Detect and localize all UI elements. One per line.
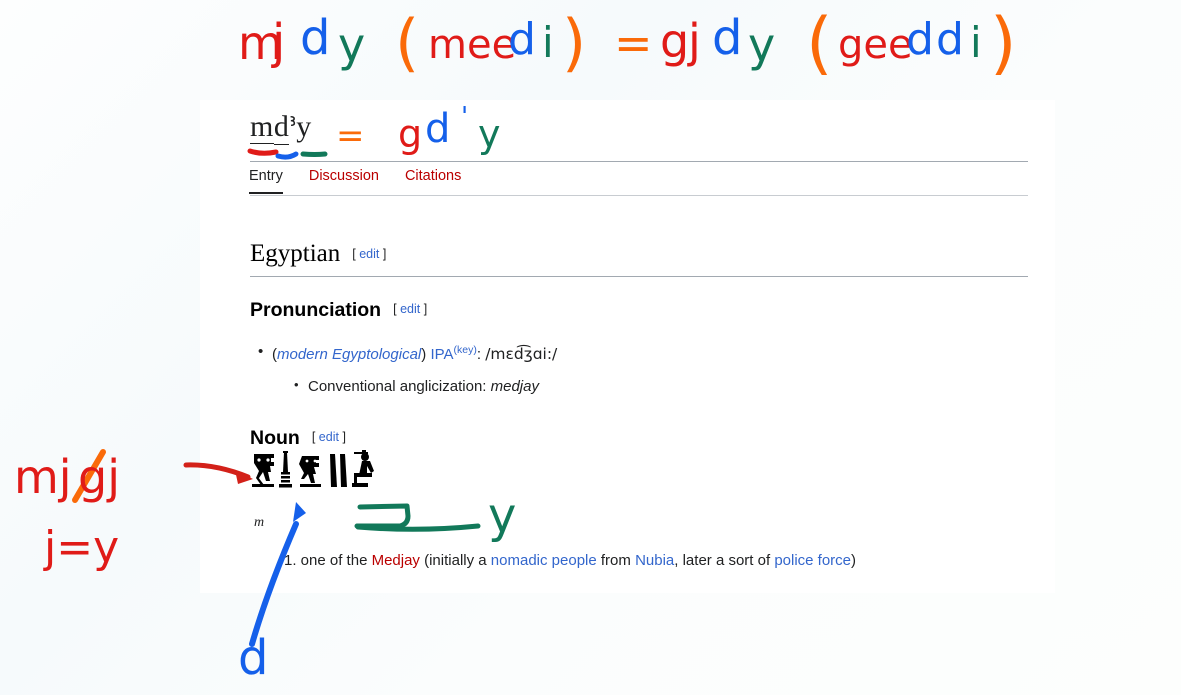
annotation-top-y2: y [748, 18, 776, 72]
egyptian-heading-text: Egyptian [250, 240, 341, 267]
bracket-close: ] [423, 302, 428, 316]
def-text-5: ) [851, 552, 857, 569]
annotation-top-paren-open-2: ( [806, 4, 833, 83]
nomadic-people-link[interactable]: nomadic people [491, 552, 597, 569]
annotation-top-d3: d [712, 10, 743, 66]
register-link[interactable]: modern Egyptological [277, 346, 421, 363]
def-text-1: one of the [296, 552, 372, 569]
annotation-left-mj: mj [14, 450, 72, 504]
police-force-link[interactable]: police force [774, 552, 851, 569]
hieroglyph-svg [252, 450, 374, 488]
annotation-top-m: m [238, 16, 283, 70]
definition-line: 1. one of the Medjay (initially a nomadi… [284, 552, 856, 569]
edit-anchor[interactable]: edit [400, 302, 420, 316]
page-title-m: m [250, 110, 274, 144]
annotation-top-j2: j [688, 14, 701, 68]
section-heading-noun: Noun [ edit ] [250, 427, 346, 450]
egyptian-section-divider [250, 276, 1028, 277]
definition-number: 1. [284, 552, 297, 569]
annotation-top-y1: y [338, 18, 366, 72]
bracket-open: [ [352, 247, 356, 261]
annotation-top-equals: = [614, 16, 653, 70]
ipa-transcription: /mɛd͡ʒɑi:/ [485, 345, 558, 363]
ipa-key-link[interactable]: (key) [454, 344, 477, 356]
annotation-top-d5: d [936, 14, 964, 65]
pronunciation-anglicization-item: Conventional anglicization: medjay [294, 377, 539, 395]
page-title-y: y [296, 110, 312, 143]
edit-anchor[interactable]: edit [319, 430, 339, 444]
section-heading-egyptian: Egyptian [ edit ] [250, 240, 386, 268]
pronunciation-ipa-item: (modern Egyptological) IPA(key): /mɛd͡ʒɑ… [258, 343, 558, 363]
def-text-2: (initially a [419, 552, 491, 569]
ipa-link[interactable]: IPA [430, 346, 453, 363]
annotation-top-paren-close-1: ) [562, 6, 587, 79]
colon-separator: : [476, 346, 486, 363]
annotation-top-i2: i [970, 18, 982, 67]
tabs-divider [250, 195, 1028, 196]
title-divider [250, 161, 1028, 162]
edit-anchor[interactable]: edit [359, 247, 379, 261]
annotation-top-d2: d [508, 14, 536, 65]
def-text-3: from [596, 552, 636, 569]
annotation-top-i1: i [542, 18, 554, 67]
pronunciation-heading-text: Pronunciation [250, 299, 382, 321]
annotation-top-paren-close-2: ) [990, 4, 1017, 83]
tab-discussion[interactable]: Discussion [309, 168, 379, 194]
egyptian-edit-link[interactable]: [ edit ] [352, 247, 386, 261]
pronunciation-edit-link[interactable]: [ edit ] [393, 302, 427, 316]
section-heading-pronunciation: Pronunciation [ edit ] [250, 299, 427, 322]
annotation-top-j1: j [272, 14, 286, 70]
page-tabs: Entry Discussion Citations [249, 168, 461, 194]
wiki-content-panel: mdꜣy Entry Discussion Citations Egyptian… [200, 100, 1055, 593]
annotation-left-gj: gj [78, 450, 120, 504]
tab-citations[interactable]: Citations [405, 168, 461, 194]
annotation-top-d4: d [906, 14, 934, 65]
paren-close: ) [421, 346, 427, 363]
noun-heading-text: Noun [250, 427, 300, 449]
page-title-d: d [273, 110, 290, 145]
hieroglyph-caption: m [254, 515, 265, 530]
anglicization-value: medjay [490, 378, 539, 395]
annotation-glyph-d: d [238, 630, 269, 686]
annotation-top-d1: d [300, 10, 331, 66]
def-text-4: , later a sort of [674, 552, 775, 569]
annotation-top-gee: gee [838, 22, 913, 68]
page-title: mdꜣy [250, 110, 312, 145]
tab-entry[interactable]: Entry [249, 168, 283, 194]
annotation-top-g: g [660, 14, 690, 68]
hieroglyph-headword [250, 450, 410, 501]
annotation-left-j-equals-y: j=y [44, 522, 120, 573]
medjay-link[interactable]: Medjay [372, 552, 420, 569]
bracket-close: ] [342, 430, 346, 444]
anglicization-label: Conventional anglicization: [308, 378, 491, 395]
bracket-open: [ [311, 430, 316, 444]
bracket-open: [ [393, 302, 397, 316]
noun-edit-link[interactable]: [ edit ] [312, 430, 346, 444]
nubia-link[interactable]: Nubia [635, 552, 674, 569]
stroke-orange-slash [72, 449, 106, 503]
annotation-top-mee: mee [428, 22, 517, 68]
bracket-close: ] [382, 247, 387, 261]
annotation-top-paren-open-1: ( [395, 6, 420, 79]
